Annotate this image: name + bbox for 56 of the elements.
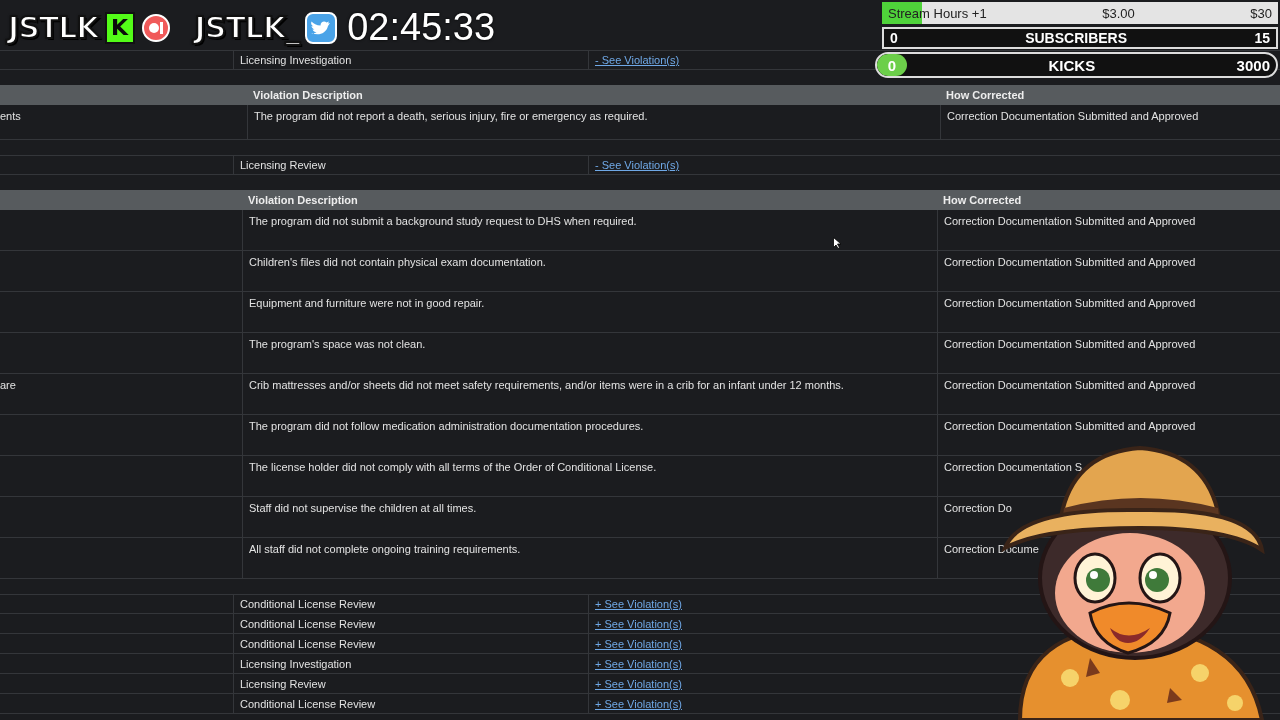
goal-target-value: 15 xyxy=(1254,30,1270,46)
violation-description-cell: The license holder did not comply with all terms of the Order of Conditional License. xyxy=(249,461,657,473)
violation-description-cell: Equipment and furniture were not in good repair. xyxy=(249,297,485,309)
see-violations-link[interactable]: + See Violation(s) xyxy=(595,657,682,670)
column-header: Violation Description xyxy=(252,88,364,103)
see-violations-link[interactable]: + See Violation(s) xyxy=(595,697,682,710)
violation-description-cell: Staff did not supervise the children at all times. xyxy=(249,502,477,514)
violation-description-cell: The program did not follow medication administration documentation procedures. xyxy=(249,420,644,432)
column-header: How Corrected xyxy=(942,193,1023,208)
see-violations-link[interactable]: - See Violation(s) xyxy=(595,159,680,171)
how-corrected-cell: Correction Documentation Submitted and Approved xyxy=(944,215,1196,227)
mouse-cursor-icon xyxy=(833,237,841,249)
inspection-type-cell: Conditional License Review xyxy=(240,617,376,630)
see-violations-link[interactable]: + See Violation(s) xyxy=(595,677,682,690)
violation-description-cell: All staff did not complete ongoing training requirements. xyxy=(249,543,521,555)
how-corrected-cell: Correction Documentation Submitted and Approved xyxy=(944,338,1196,350)
see-violations-link[interactable]: - See Violation(s) xyxy=(595,54,680,66)
inspection-type-cell: Licensing Investigation xyxy=(240,657,352,670)
how-corrected-cell: Correction Documentation Submitted and Approved xyxy=(944,379,1196,391)
how-corrected-cell: Correction Documentation Submitted and Approved xyxy=(944,256,1196,268)
inspection-type-cell: Licensing Review xyxy=(240,677,326,690)
inspection-type-cell: Conditional License Review xyxy=(240,598,376,610)
see-violations-link[interactable]: + See Violation(s) xyxy=(595,617,682,630)
goal-title: $3.00 xyxy=(1102,5,1135,21)
inspection-type-cell: Conditional License Review xyxy=(240,637,376,650)
kick-badge: K xyxy=(104,11,135,44)
goal-start-value: 0 xyxy=(890,30,898,46)
violation-description-cell: The program's space was not clean. xyxy=(249,338,426,350)
violation-description-cell: The program did not report a death, serious injury, fire or emergency as required. xyxy=(254,110,648,122)
how-corrected-cell: Correction Documentation S xyxy=(944,461,1083,473)
goal-title: SUBSCRIBERS xyxy=(1025,30,1128,46)
goal-target-value: $30 xyxy=(1250,5,1272,21)
inspection-type-cell: Licensing Review xyxy=(240,159,326,171)
violation-description-cell: Crib mattresses and/or sheets did not meet safety requirements, and/or items were in a crib for an infant under 12 months. xyxy=(249,379,844,391)
table-cell: ents xyxy=(0,110,21,122)
stream-timer: 02:45:33 xyxy=(347,6,496,49)
column-header: Violation Description xyxy=(247,193,359,208)
column-header: How Corrected xyxy=(945,88,1026,103)
how-corrected-cell: Correction Documentation Submitted and Approved xyxy=(947,110,1199,122)
goal-target-value: 3000 xyxy=(1236,56,1270,74)
channel-logo: JSTLK xyxy=(8,10,99,45)
inspection-type-cell: Licensing Investigation xyxy=(240,54,352,66)
record-icon xyxy=(140,12,171,43)
table-cell: are xyxy=(0,379,16,391)
violation-description-cell: The program did not submit a background study request to DHS when required. xyxy=(249,215,637,227)
channel-logo: JSTLK_ xyxy=(194,10,300,45)
inspection-type-cell: Conditional License Review xyxy=(240,697,376,710)
how-corrected-cell: Correction Do xyxy=(944,502,1012,514)
see-violations-link[interactable]: + See Violation(s) xyxy=(595,598,682,610)
how-corrected-cell: Correction Documentation Submitted and Approved xyxy=(944,420,1196,432)
violation-description-cell: Children's files did not contain physical exam documentation. xyxy=(249,256,546,268)
goal-start-value: 0 xyxy=(886,56,898,74)
how-corrected-cell: Correction Documentation Submitted and Approved xyxy=(944,297,1196,309)
goal-title: KICKS xyxy=(1048,56,1096,74)
see-violations-link[interactable]: + See Violation(s) xyxy=(595,637,682,650)
bird-icon xyxy=(305,11,338,44)
